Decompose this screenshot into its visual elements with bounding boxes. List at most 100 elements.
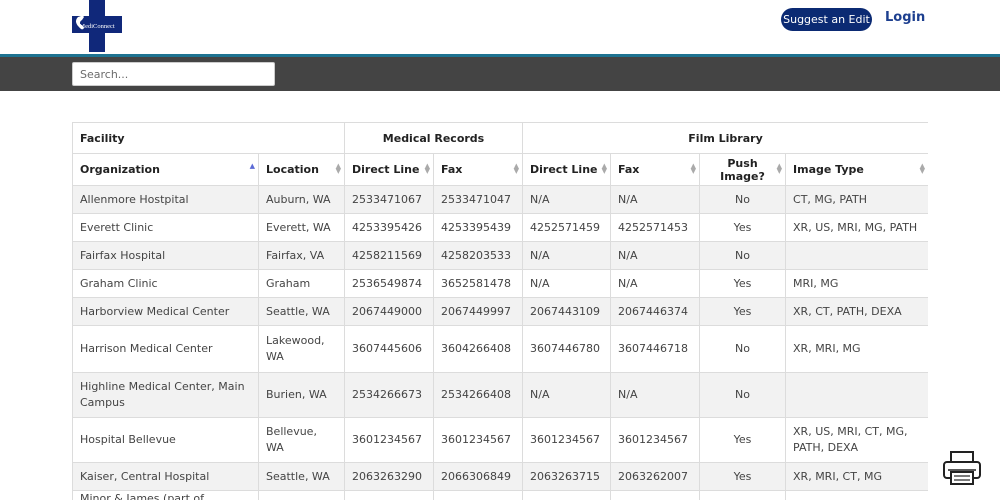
table-cell: 4258203533: [432, 241, 524, 270]
table-cell: N/A: [522, 185, 612, 214]
table-cell: 3601234567: [522, 417, 612, 463]
table-cell: Fairfax Hospital: [72, 241, 259, 270]
table-cell: Burien, WA: [258, 372, 345, 418]
table-cell: N/A: [522, 241, 612, 270]
column-header[interactable]: Organization ▲▼: [72, 153, 259, 186]
table-row[interactable]: Allenmore Hostpital Auburn, WA 2533471067 2…: [72, 185, 928, 214]
sort-icon[interactable]: ▲▼: [425, 163, 430, 175]
table-cell: Everett, WA: [258, 213, 345, 242]
table-cell: N/A: [610, 372, 701, 418]
table-cell: Hospital Bellevue: [72, 417, 259, 463]
table-cell: N/A: [522, 269, 612, 298]
column-header[interactable]: Image Type ▲ ▼: [785, 153, 928, 186]
column-header-label: Direct Line: [530, 163, 598, 176]
table-cell: CT, MG, PATH: [785, 185, 928, 214]
column-header[interactable]: Direct Line ▲ ▼: [344, 153, 434, 186]
column-header-label: Fax: [441, 163, 463, 176]
table-row[interactable]: Highline Medical Center, Main Campus Buri…: [72, 372, 928, 418]
sort-icon[interactable]: ▲▼: [336, 163, 341, 175]
table-cell: 3652581478: [432, 269, 524, 298]
table-cell: Harborview Medical Center: [72, 297, 259, 326]
table-row[interactable]: Harrison Medical Center Lakewood, WA 36074…: [72, 325, 928, 373]
table-cell: 2534266408: [432, 372, 524, 418]
column-header[interactable]: Location ▲ ▼: [258, 153, 345, 186]
table-cell: No: [699, 325, 787, 373]
table-cell: 2604700609: [344, 490, 434, 500]
site-header: MediConnect Suggest an Edit Login: [0, 0, 1000, 54]
sort-icon[interactable]: ▲▼: [602, 163, 607, 175]
column-header[interactable]: Fax ▲ ▼: [610, 153, 701, 186]
table-cell: 3604266408: [432, 325, 524, 373]
table-cell: Yes: [699, 213, 787, 242]
table-cell: 2536549874: [344, 269, 434, 298]
table-cell: No: [699, 372, 787, 418]
mediconnect-logo[interactable]: MediConnect: [72, 0, 122, 52]
table-cell: Yes: [699, 462, 787, 491]
table-cell: XR, US, MRI, CT, MG, PATH, DEXA: [785, 417, 928, 463]
table-row[interactable]: Minor & James (part of Swedish)Seattle, …: [72, 490, 928, 500]
sort-icon[interactable]: ▲▼: [777, 163, 782, 175]
column-header-label: Organization: [80, 163, 160, 176]
svg-text:MediConnect: MediConnect: [79, 23, 115, 30]
table-cell: 4252571453: [610, 213, 701, 242]
column-header-label: Direct Line: [352, 163, 420, 176]
table-row[interactable]: Hospital Bellevue Bellevue, WA 3601234567 3…: [72, 417, 928, 463]
table-cell: Seattle, WA: [258, 462, 345, 491]
table-cell: XR, US, MRI, MG, PATH: [785, 213, 928, 242]
column-group-header: Facility: [72, 122, 345, 154]
table-cell: No: [699, 241, 787, 270]
table-cell: 2534266673: [344, 372, 434, 418]
suggest-edit-button[interactable]: Suggest an Edit: [781, 8, 872, 31]
table-cell: N/A: [610, 185, 701, 214]
table-cell: Graham Clinic: [72, 269, 259, 298]
column-header[interactable]: Push Image? ▲ ▼: [699, 153, 787, 186]
facilities-table-container: Facility Medical Records Film Library Organ…: [72, 122, 928, 500]
table-cell: Yes: [699, 417, 787, 463]
table-cell: 2062337320: [610, 490, 701, 500]
table-cell: XR, MRI, CT, MG, PATH: [785, 490, 928, 500]
login-link[interactable]: Login: [885, 8, 925, 28]
table-cell: 2533471067: [344, 185, 434, 214]
table-row[interactable]: Harborview Medical Center Seattle, WA 2067…: [72, 297, 928, 326]
sort-icon[interactable]: ▲▼: [920, 163, 925, 175]
sort-icon[interactable]: ▲▼: [514, 163, 519, 175]
table-cell: 2067443109: [522, 297, 612, 326]
table-row[interactable]: Fairfax Hospital Fairfax, VA 4258211569 425…: [72, 241, 928, 270]
table-cell: 3601234567: [344, 417, 434, 463]
table-cell: Everett Clinic: [72, 213, 259, 242]
table-cell: Auburn, WA: [258, 185, 345, 214]
table-cell: No: [699, 185, 787, 214]
table-cell: Seattle, WA: [258, 490, 345, 500]
table-cell: 2063263290: [344, 462, 434, 491]
print-icon[interactable]: [942, 450, 982, 486]
table-row[interactable]: Everett Clinic Everett, WA 4253395426 42533…: [72, 213, 928, 242]
sort-icon[interactable]: ▲▼: [691, 163, 696, 175]
table-cell: 3601234567: [610, 417, 701, 463]
table-cell: Graham: [258, 269, 345, 298]
table-cell: Bellevue, WA: [258, 417, 345, 463]
table-cell: 2067449000: [344, 297, 434, 326]
table-cell: 2063869570: [522, 490, 612, 500]
table-cell: XR, CT, PATH, DEXA: [785, 297, 928, 326]
search-input[interactable]: [72, 62, 275, 86]
table-cell: Kaiser, Central Hospital: [72, 462, 259, 491]
table-cell: [785, 372, 928, 418]
column-group-header: Medical Records: [343, 122, 524, 154]
table-cell: N/A: [522, 372, 612, 418]
table-cell: 2065763807: [432, 490, 524, 500]
column-header-label: Fax: [618, 163, 640, 176]
table-cell: N/A: [610, 241, 701, 270]
table-row[interactable]: Kaiser, Central Hospital Seattle, WA 20632…: [72, 462, 928, 491]
column-header[interactable]: Fax ▲ ▼: [432, 153, 524, 186]
column-header[interactable]: Direct Line ▲ ▼: [522, 153, 612, 186]
table-row[interactable]: Graham Clinic Graham 2536549874 3652581478 N…: [72, 269, 928, 298]
table-cell: Yes: [699, 297, 787, 326]
column-group-header: Film Library: [522, 122, 928, 154]
table-cell: 4258211569: [344, 241, 434, 270]
table-cell: 3601234567: [432, 417, 524, 463]
table-cell: Highline Medical Center, Main Campus: [72, 372, 259, 418]
sort-icon[interactable]: ▲▼: [250, 163, 255, 174]
table-cell: 2067446374: [610, 297, 701, 326]
table-cell: Yes: [699, 269, 787, 298]
column-header-label: Push Image?: [720, 156, 765, 183]
